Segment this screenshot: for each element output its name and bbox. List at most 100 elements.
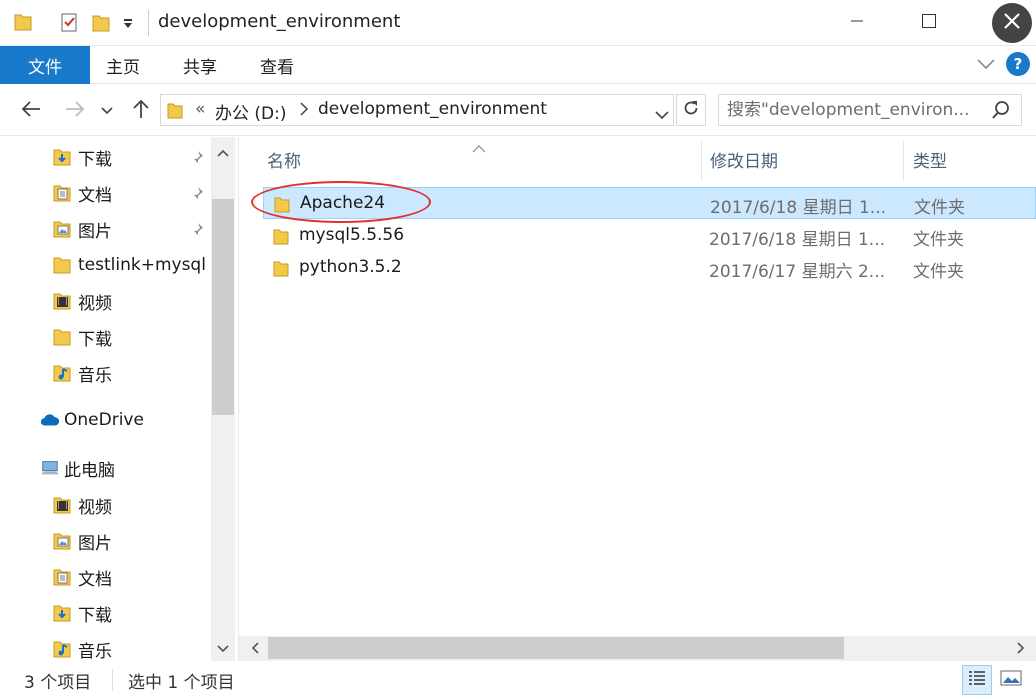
documents-folder-icon <box>52 567 72 587</box>
nav-item-this-pc[interactable]: 此电脑 <box>40 453 115 483</box>
properties-icon[interactable] <box>60 12 80 39</box>
help-icon[interactable]: ? <box>1006 52 1030 76</box>
nav-item-videos[interactable]: 视频 <box>52 286 112 316</box>
horizontal-scrollbar-thumb[interactable] <box>268 637 844 659</box>
nav-item-pc-downloads[interactable]: 下载 <box>52 598 112 628</box>
nav-item-pc-music[interactable]: 音乐 <box>52 634 112 661</box>
chevron-up-icon <box>217 142 229 162</box>
nav-item-downloads-2[interactable]: 下载 <box>52 322 112 352</box>
music-folder-icon <box>52 363 72 383</box>
search-icon[interactable] <box>991 100 1011 125</box>
file-type: 文件夹 <box>914 198 965 218</box>
chevron-down-icon <box>217 638 229 658</box>
scroll-right-button[interactable] <box>1008 636 1034 661</box>
title-separator <box>148 10 149 36</box>
forward-arrow-icon <box>64 100 86 123</box>
recent-locations-button[interactable] <box>98 98 116 124</box>
forward-button[interactable] <box>62 98 88 124</box>
file-row-python[interactable]: python3.5.2 2017/6/17 星期六 2... 文件夹 <box>263 252 1036 284</box>
tab-share[interactable]: 共享 <box>183 46 217 84</box>
nav-item-label: 文档 <box>78 185 112 206</box>
nav-scrollbar-thumb[interactable] <box>212 199 234 415</box>
breadcrumb-overflow[interactable]: « <box>195 99 205 119</box>
navigation-bar: « 办公 (D:) development_environment <box>0 84 1036 136</box>
file-name: python3.5.2 <box>299 257 402 277</box>
chevron-right-icon <box>1017 639 1025 659</box>
annotation-ellipse <box>251 181 431 223</box>
expand-ribbon-chevron-icon[interactable] <box>976 56 996 76</box>
new-folder-icon[interactable] <box>92 12 110 39</box>
nav-item-onedrive[interactable]: OneDrive <box>40 405 144 435</box>
close-icon <box>1003 12 1021 35</box>
maximize-button[interactable] <box>906 0 952 46</box>
up-button[interactable] <box>128 98 154 124</box>
download-folder-icon <box>52 603 72 623</box>
scroll-down-button[interactable] <box>211 635 235 661</box>
nav-item-label: 图片 <box>78 221 112 242</box>
window-title: development_environment <box>158 11 401 32</box>
minimize-icon <box>850 13 864 33</box>
column-header-date[interactable]: 修改日期 <box>710 137 900 181</box>
address-dropdown-icon[interactable] <box>655 105 669 125</box>
column-divider[interactable] <box>701 141 702 181</box>
breadcrumb-chevron-icon[interactable] <box>299 101 309 121</box>
scroll-left-button[interactable] <box>242 636 268 661</box>
back-button[interactable] <box>18 98 44 124</box>
nav-item-pc-pictures[interactable]: 图片 <box>52 526 112 556</box>
file-type: 文件夹 <box>913 262 964 282</box>
file-row-mysql[interactable]: mysql5.5.56 2017/6/18 星期日 1... 文件夹 <box>263 220 1036 252</box>
minimize-button[interactable] <box>834 0 880 46</box>
nav-item-downloads[interactable]: 下载 <box>52 142 112 172</box>
breadcrumb-folder[interactable]: development_environment <box>318 99 547 119</box>
pin-icon[interactable] <box>190 185 204 205</box>
large-icons-view-button[interactable] <box>996 665 1026 695</box>
nav-item-label: 视频 <box>78 497 112 518</box>
documents-folder-icon <box>52 183 72 203</box>
tab-file[interactable]: 文件 <box>0 46 90 84</box>
customize-qat-icon[interactable] <box>122 16 134 36</box>
nav-item-documents[interactable]: 文档 <box>52 178 112 208</box>
nav-item-label: 视频 <box>78 293 112 314</box>
file-type: 文件夹 <box>913 230 964 250</box>
title-bar: development_environment <box>0 0 1036 46</box>
nav-item-pc-videos[interactable]: 视频 <box>52 490 112 520</box>
file-date: 2017/6/17 星期六 2... <box>709 262 886 282</box>
close-button[interactable] <box>992 3 1032 43</box>
item-count: 3 个项目 <box>24 673 92 693</box>
pin-icon[interactable] <box>190 149 204 169</box>
navigation-pane: 下载 文档 图片 testlink+mysql 视频 下载 音乐 OneDriv… <box>0 137 238 661</box>
nav-item-label: OneDrive <box>64 410 144 430</box>
file-name: mysql5.5.56 <box>299 225 405 245</box>
refresh-button[interactable] <box>676 94 706 126</box>
file-date: 2017/6/18 星期日 1... <box>709 230 886 250</box>
nav-item-label: 此电脑 <box>64 460 115 481</box>
videos-folder-icon <box>52 495 72 515</box>
computer-icon <box>40 458 60 478</box>
tab-view[interactable]: 查看 <box>260 46 294 84</box>
details-view-button[interactable] <box>962 665 992 695</box>
nav-item-music[interactable]: 音乐 <box>52 358 112 388</box>
maximize-icon <box>921 13 937 34</box>
folder-icon <box>273 259 289 282</box>
download-folder-icon <box>52 147 72 167</box>
folder-icon <box>52 327 72 347</box>
column-divider[interactable] <box>903 141 904 181</box>
scroll-up-button[interactable] <box>211 139 235 165</box>
column-header-name[interactable]: 名称 <box>267 137 697 181</box>
search-box[interactable] <box>718 94 1022 126</box>
column-header-type[interactable]: 类型 <box>913 137 1033 181</box>
search-input[interactable] <box>727 98 989 122</box>
folder-icon <box>14 12 32 37</box>
details-view-icon <box>967 669 987 692</box>
nav-item-pictures[interactable]: 图片 <box>52 214 112 244</box>
folder-icon <box>167 101 183 124</box>
nav-item-label: 音乐 <box>78 641 112 662</box>
nav-item-pc-documents[interactable]: 文档 <box>52 562 112 592</box>
folder-icon <box>273 227 289 250</box>
tab-home[interactable]: 主页 <box>106 46 140 84</box>
breadcrumb-drive[interactable]: 办公 (D:) <box>215 99 287 124</box>
nav-item-testlink[interactable]: testlink+mysql <box>52 250 206 280</box>
nav-item-label: 下载 <box>78 329 112 350</box>
address-bar[interactable]: « 办公 (D:) development_environment <box>160 94 674 126</box>
pin-icon[interactable] <box>190 221 204 241</box>
